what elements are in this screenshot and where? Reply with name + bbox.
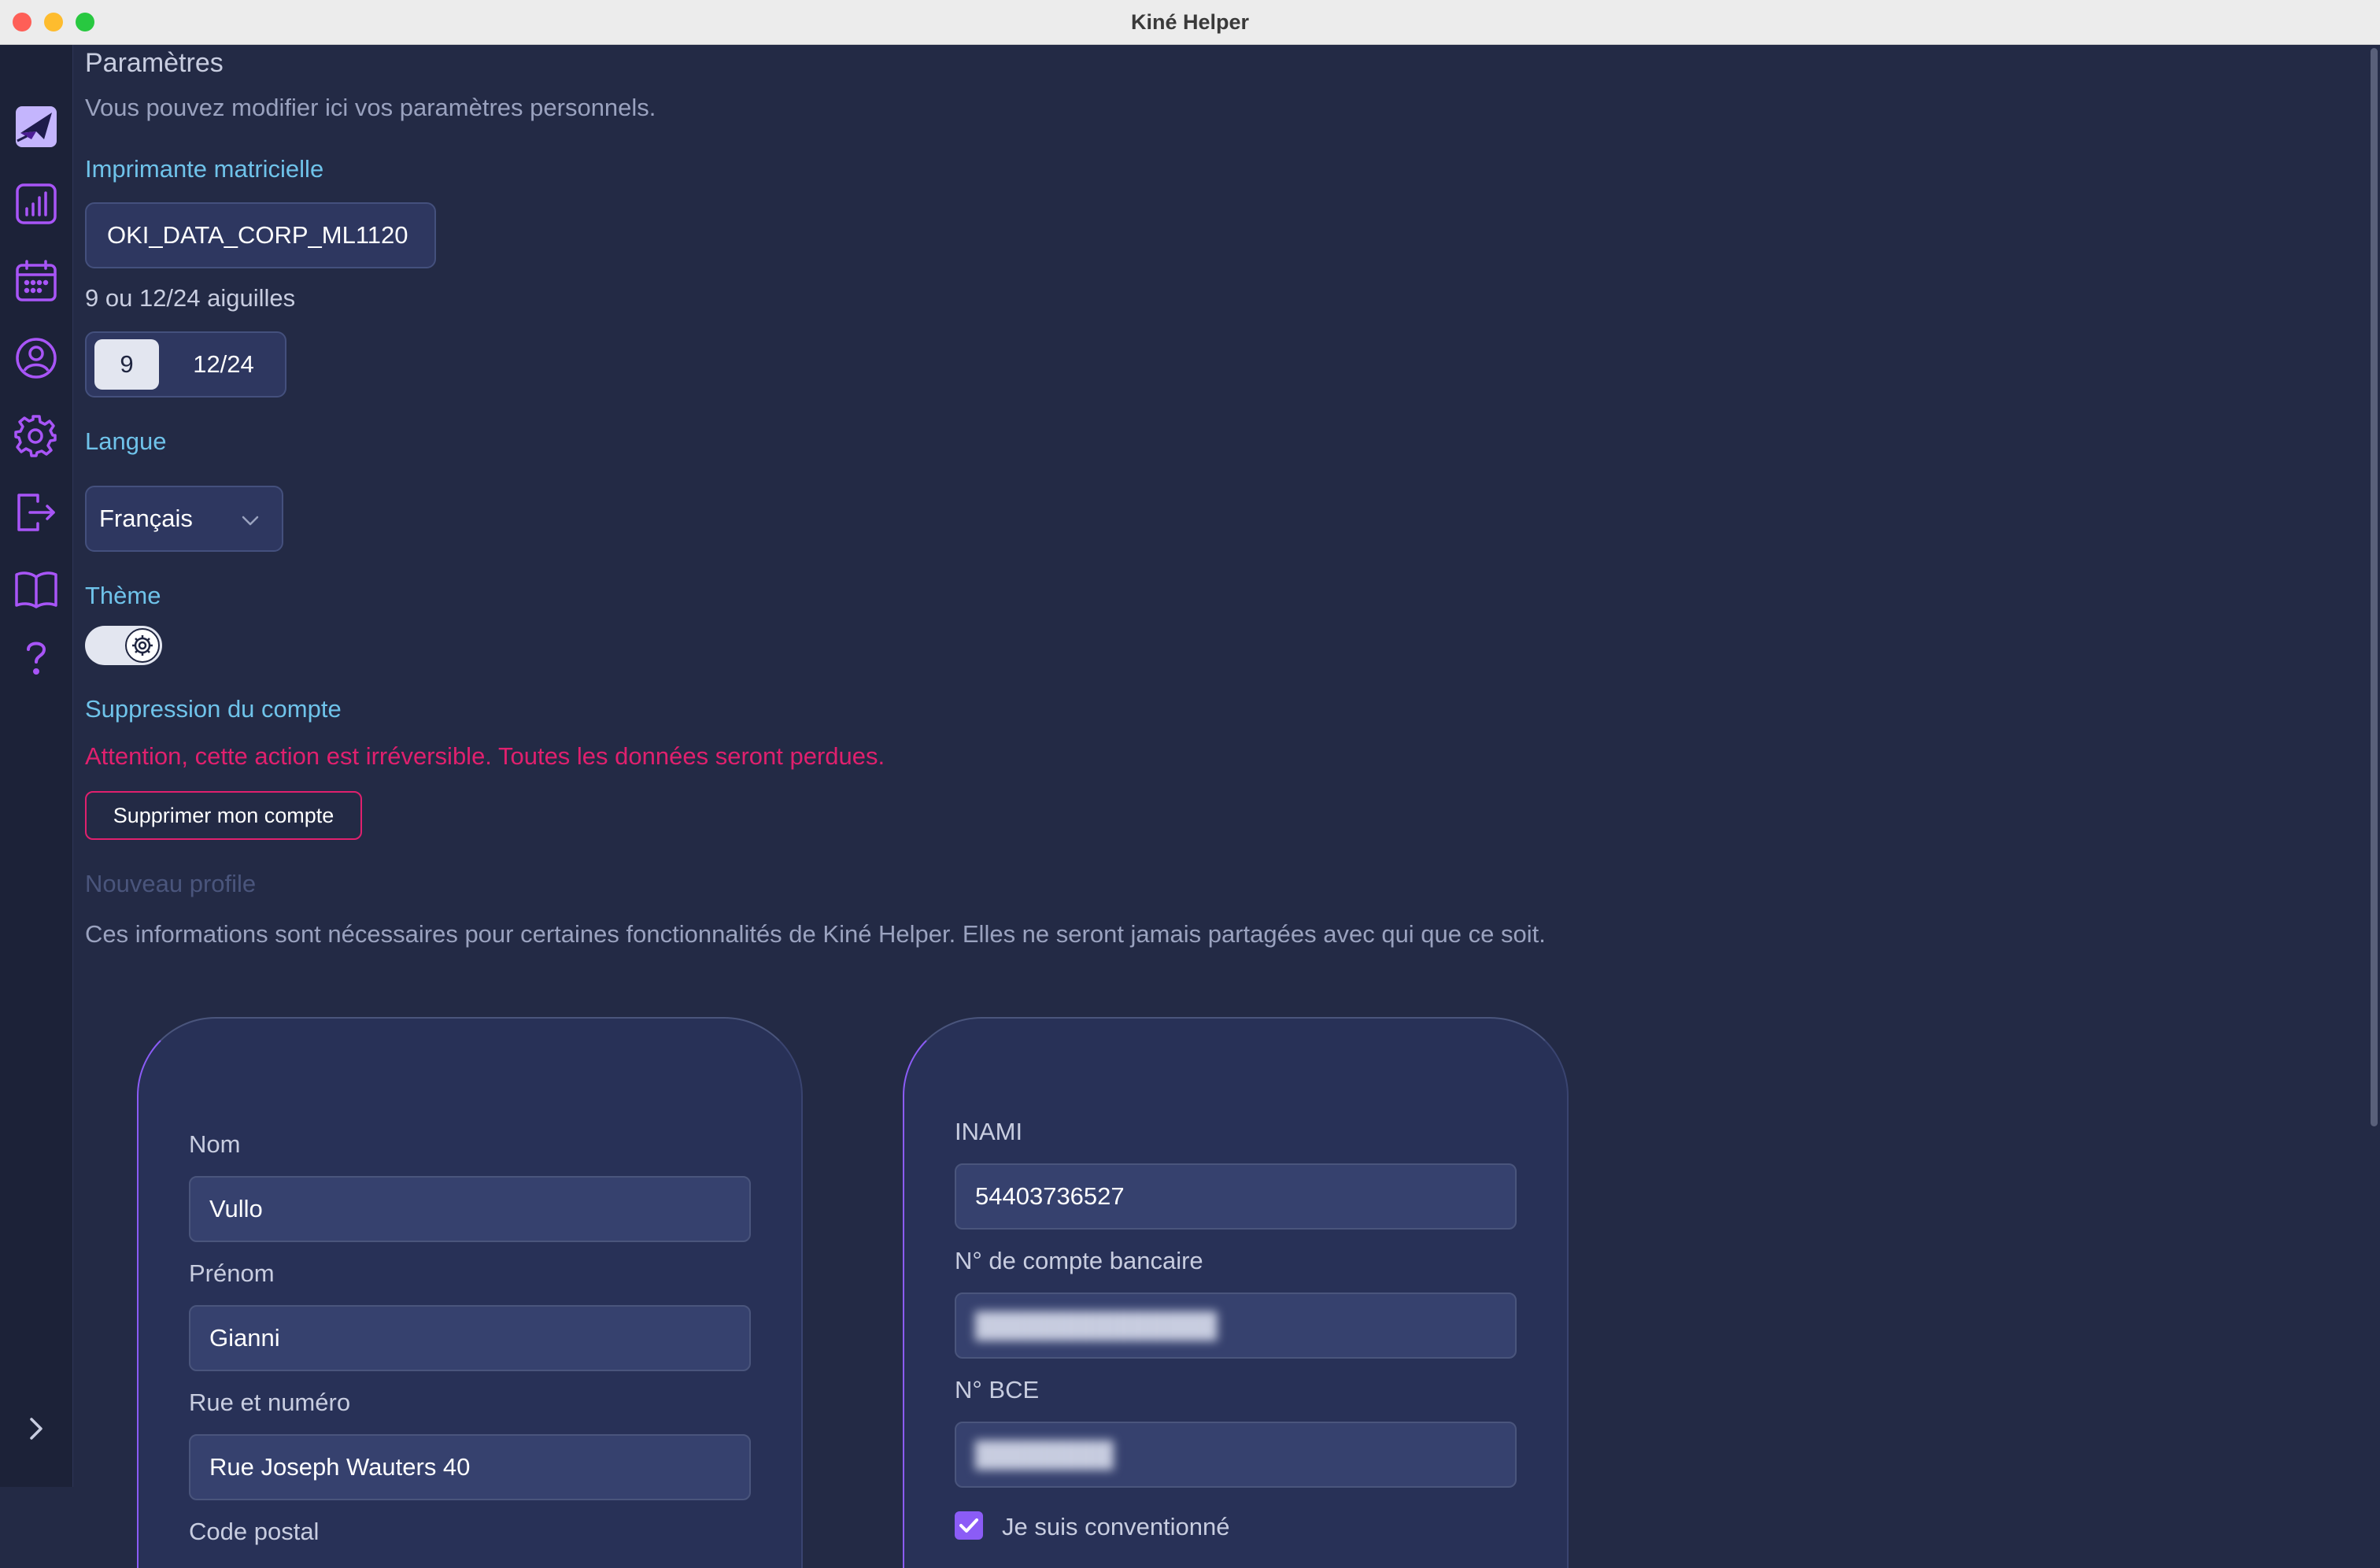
pins-label: 9 ou 12/24 aiguilles xyxy=(85,284,296,312)
calendar-icon[interactable] xyxy=(14,259,58,303)
title-bar: Kiné Helper xyxy=(0,0,2380,45)
conventionne-checkbox[interactable] xyxy=(955,1511,983,1540)
bank-account-redacted: ██████████████ xyxy=(975,1311,1218,1339)
book-icon[interactable] xyxy=(14,568,58,612)
pins-option-9[interactable]: 9 xyxy=(94,339,159,390)
rue-label: Rue et numéro xyxy=(189,1389,351,1416)
bce-label: N° BCE xyxy=(955,1376,1040,1403)
gear-icon[interactable] xyxy=(14,413,58,457)
sidebar xyxy=(0,45,73,1487)
chevron-right-icon[interactable] xyxy=(14,1407,58,1451)
prenom-field[interactable]: Gianni xyxy=(189,1305,751,1371)
inami-field[interactable]: 54403736527 xyxy=(955,1163,1517,1230)
theme-toggle[interactable] xyxy=(85,626,162,665)
nom-label: Nom xyxy=(189,1130,241,1158)
printer-section-label: Imprimante matricielle xyxy=(85,155,324,183)
toggle-knob xyxy=(125,628,160,663)
deletion-warning: Attention, cette action est irréversible… xyxy=(85,742,885,770)
printer-select[interactable]: OKI_DATA_CORP_ML1120 xyxy=(85,202,436,268)
settings-page: Paramètres Vous pouvez modifier ici vos … xyxy=(85,45,2352,1568)
page-title: Paramètres xyxy=(85,48,224,78)
chevron-down-icon xyxy=(242,516,259,526)
vertical-scrollbar[interactable] xyxy=(2367,45,2380,1487)
inami-label: INAMI xyxy=(955,1118,1023,1145)
language-selected-value: Français xyxy=(99,505,193,532)
profile-info-text: Ces informations sont nécessaires pour c… xyxy=(85,920,1546,948)
chart-icon[interactable] xyxy=(14,182,58,226)
nom-field[interactable]: Vullo xyxy=(189,1176,751,1242)
professional-info-card: INAMI 54403736527 N° de compte bancaire … xyxy=(903,1017,1569,1568)
new-profile-label: Nouveau profile xyxy=(85,870,257,897)
paper-plane-icon[interactable] xyxy=(14,105,58,149)
checkmark-icon xyxy=(959,1518,978,1533)
page-subtitle: Vous pouvez modifier ici vos paramètres … xyxy=(85,94,656,121)
language-select[interactable]: Français xyxy=(85,486,283,552)
bce-redacted: ████████ xyxy=(975,1440,1114,1468)
logout-icon[interactable] xyxy=(14,490,58,534)
theme-section-label: Thème xyxy=(85,582,161,609)
window-title: Kiné Helper xyxy=(1130,10,1250,34)
delete-account-button[interactable]: Supprimer mon compte xyxy=(85,791,362,840)
language-section-label: Langue xyxy=(85,427,167,455)
pins-segmented-control: 9 12/24 xyxy=(85,331,286,398)
bce-field[interactable]: ████████ xyxy=(955,1422,1517,1488)
bank-account-label: N° de compte bancaire xyxy=(955,1247,1203,1274)
user-icon[interactable] xyxy=(14,336,58,380)
account-deletion-section-label: Suppression du compte xyxy=(85,695,342,723)
rue-field[interactable]: Rue Joseph Wauters 40 xyxy=(189,1434,751,1500)
bank-account-field[interactable]: ██████████████ xyxy=(955,1292,1517,1359)
prenom-label: Prénom xyxy=(189,1259,275,1287)
pins-option-12-24[interactable]: 12/24 xyxy=(168,339,279,390)
personal-info-card: Nom Vullo Prénom Gianni Rue et numéro Ru… xyxy=(137,1017,803,1568)
postal-label: Code postal xyxy=(189,1518,320,1545)
conventionne-label: Je suis conventionné xyxy=(1002,1513,1230,1540)
scrollbar-thumb[interactable] xyxy=(2371,48,2378,1126)
gear-icon xyxy=(132,635,153,656)
help-icon[interactable] xyxy=(14,635,58,679)
